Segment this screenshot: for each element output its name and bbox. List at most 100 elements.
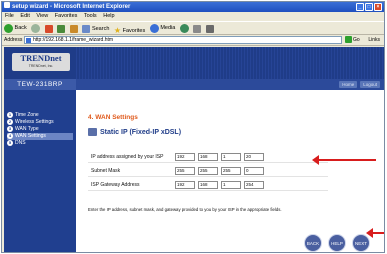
ip-octet-4-input[interactable]: 20	[244, 153, 264, 161]
step-icon: 1	[7, 112, 13, 118]
mask-octet-2-input[interactable]: 255	[198, 167, 218, 175]
gateway-row: ISP Gateway Address 192 168 1 254	[88, 180, 328, 191]
minimize-button[interactable]: _	[356, 3, 364, 11]
section-title-text: Static IP (Fixed-IP xDSL)	[100, 128, 182, 136]
menu-file[interactable]: File	[5, 13, 14, 19]
forward-button[interactable]	[31, 23, 41, 33]
address-url: http://192.168.1.1/frame_wizard.htm	[33, 37, 114, 43]
page-title: 4. WAN Settings	[88, 114, 138, 121]
menu-bar: File Edit View Favorites Tools Help	[2, 12, 384, 21]
sidebar-item-time-zone[interactable]: 1 Time Zone	[7, 112, 73, 119]
media-icon	[149, 23, 159, 33]
go-label: Go	[353, 37, 360, 43]
ie-icon	[4, 2, 10, 9]
subnet-mask-label: Subnet Mask	[91, 168, 121, 174]
address-bar: Address http://192.168.1.1/frame_wizard.…	[2, 35, 384, 46]
mask-octet-4-input[interactable]: 0	[244, 167, 264, 175]
section-title: Static IP (Fixed-IP xDSL)	[88, 128, 181, 136]
model-label: TEW-231BRP	[4, 79, 76, 90]
title-bar: setup wizard - Microsoft Internet Explor…	[2, 2, 384, 12]
refresh-button[interactable]	[57, 24, 66, 33]
subnet-mask-row: Subnet Mask 255 255 255 0	[88, 166, 328, 177]
stop-button[interactable]	[44, 24, 53, 33]
menu-view[interactable]: View	[36, 13, 48, 19]
mask-octet-3-input[interactable]: 255	[221, 167, 241, 175]
sidebar-item-label: WAN Settings	[15, 133, 46, 139]
wizard-sidebar: 1 Time Zone 2 Wireless Settings 3 WAN Type …	[4, 90, 76, 252]
gateway-octet-2-input[interactable]: 168	[198, 181, 218, 189]
address-input[interactable]: http://192.168.1.1/frame_wizard.htm	[24, 36, 342, 44]
ip-octet-3-input[interactable]: 1	[221, 153, 241, 161]
back-icon	[4, 23, 13, 33]
search-label: Search	[91, 25, 110, 32]
instruction-text: Enter the IP address, subnet mask, and g…	[88, 207, 282, 212]
maximize-button[interactable]: □	[365, 3, 373, 11]
logo-tagline: TRENDnet, Inc.	[28, 64, 54, 68]
menu-edit[interactable]: Edit	[20, 13, 29, 19]
trendnet-logo: TRENDnet TRENDnet, Inc.	[12, 53, 70, 71]
history-button[interactable]	[179, 23, 189, 33]
browser-window: setup wizard - Microsoft Internet Explor…	[1, 1, 385, 253]
step-icon: 2	[7, 119, 13, 125]
page-content: TRENDnet TRENDnet, Inc. TEW-231BRP Home …	[4, 47, 384, 252]
toolbar: Back Search ★ Favorites Media	[2, 21, 384, 35]
step-icon: 4	[7, 133, 13, 139]
sidebar-item-dns[interactable]: 5 DNS	[7, 140, 73, 147]
home-link[interactable]: Home	[339, 81, 358, 88]
gateway-octet-4-input[interactable]: 254	[244, 181, 264, 189]
gateway-label: ISP Gateway Address	[91, 182, 140, 188]
print-icon	[205, 24, 214, 33]
gateway-octet-1-input[interactable]: 192	[175, 181, 195, 189]
go-arrow-icon	[345, 36, 352, 44]
sidebar-item-label: Time Zone	[15, 112, 39, 118]
router-icon	[88, 128, 97, 136]
callout-arrow-next	[366, 228, 384, 238]
ip-octet-2-input[interactable]: 168	[198, 153, 218, 161]
mail-icon	[193, 24, 202, 33]
banner-pattern	[76, 47, 384, 79]
page-icon	[26, 38, 31, 43]
gateway-octet-3-input[interactable]: 1	[221, 181, 241, 189]
sidebar-item-label: DNS	[15, 140, 26, 146]
sidebar-item-wireless-settings[interactable]: 2 Wireless Settings	[7, 119, 73, 126]
header-banner: TRENDnet TRENDnet, Inc.	[4, 47, 384, 79]
address-label: Address	[4, 37, 23, 43]
go-button[interactable]: Go	[345, 36, 360, 45]
mask-octet-1-input[interactable]: 255	[175, 167, 195, 175]
menu-tools[interactable]: Tools	[84, 13, 97, 19]
callout-arrow-fields	[312, 155, 376, 165]
media-button[interactable]: Media	[149, 22, 176, 34]
logout-link[interactable]: Logout	[360, 81, 380, 88]
sidebar-item-wan-settings[interactable]: 4 WAN Settings	[7, 133, 73, 140]
back-label: Back	[14, 25, 27, 31]
menu-help[interactable]: Help	[103, 13, 114, 19]
ip-address-label: IP address assigned by your ISP	[91, 154, 164, 160]
sidebar-item-label: Wireless Settings	[15, 119, 54, 125]
links-button[interactable]: Links	[368, 35, 380, 46]
help-wizard-button[interactable]: HELP	[328, 234, 346, 252]
home-button[interactable]	[69, 24, 78, 33]
close-button[interactable]: ×	[374, 3, 382, 11]
logo-brand: TRENDnet	[20, 53, 62, 63]
menu-favorites[interactable]: Favorites	[55, 13, 78, 19]
search-icon	[82, 24, 91, 33]
media-label: Media	[160, 25, 176, 31]
stop-icon	[44, 24, 53, 33]
print-button[interactable]	[205, 24, 214, 33]
sidebar-item-label: WAN Type	[15, 126, 39, 132]
home-icon	[69, 24, 78, 33]
window-title: setup wizard - Microsoft Internet Explor…	[12, 4, 131, 10]
forward-icon	[31, 23, 41, 33]
history-icon	[179, 23, 189, 33]
sidebar-item-wan-type[interactable]: 3 WAN Type	[7, 126, 73, 133]
ip-octet-1-input[interactable]: 192	[175, 153, 195, 161]
search-button[interactable]: Search	[82, 23, 109, 35]
back-wizard-button[interactable]: BACK	[304, 234, 322, 252]
ip-address-row: IP address assigned by your ISP 192 168 …	[88, 152, 328, 163]
step-icon: 3	[7, 126, 13, 132]
step-icon: 5	[7, 140, 13, 146]
back-button[interactable]: Back	[4, 22, 27, 34]
wizard-main: 4. WAN Settings Static IP (Fixed-IP xDSL…	[76, 90, 384, 252]
refresh-icon	[57, 24, 66, 33]
mail-button[interactable]	[193, 24, 202, 33]
